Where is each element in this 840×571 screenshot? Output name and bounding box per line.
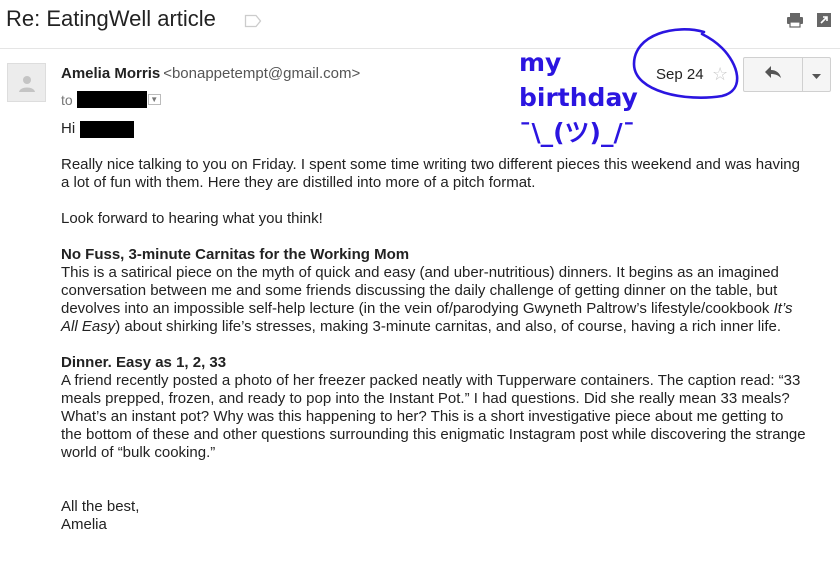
- greeting-line: Hi: [61, 120, 806, 138]
- annotation-line-2: birthday: [519, 83, 638, 112]
- pitch-1-body: This is a satirical piece on the myth of…: [61, 264, 806, 336]
- annotation-line-1: my: [519, 48, 562, 77]
- email-body: Hi Really nice talking to you on Friday.…: [61, 120, 806, 534]
- star-icon[interactable]: ☆: [712, 64, 728, 85]
- pitch-2-title: Dinner. Easy as 1, 2, 33: [61, 354, 227, 371]
- reply-button[interactable]: [743, 57, 803, 92]
- sender-line: Amelia Morris <bonappetempt@gmail.com>: [61, 65, 360, 82]
- sender-email: <bonappetempt@gmail.com>: [163, 65, 361, 82]
- to-label: to: [61, 91, 73, 108]
- paragraph-1: Really nice talking to you on Friday. I …: [61, 156, 800, 191]
- redacted-recipient: [76, 91, 147, 108]
- greeting: Hi: [61, 120, 76, 137]
- label-tag-icon[interactable]: [244, 14, 262, 33]
- new-window-icon[interactable]: [816, 12, 832, 33]
- pitch-1-body-part-b: ) about shirking life’s stresses, making…: [115, 318, 782, 335]
- recipient-line: to ▼: [61, 91, 161, 108]
- more-actions-button[interactable]: [802, 57, 831, 92]
- dropdown-arrow-icon: [812, 66, 821, 84]
- pitch-1-title: No Fuss, 3-minute Carnitas for the Worki…: [61, 246, 410, 263]
- top-icons: [786, 12, 832, 33]
- print-icon[interactable]: [786, 12, 804, 33]
- paragraph-2: Look forward to hearing what you think!: [61, 210, 323, 227]
- recipient-details-dropdown[interactable]: ▼: [147, 94, 161, 105]
- redacted-name: [80, 120, 135, 138]
- pitch-1-body-part-a: This is a satirical piece on the myth of…: [61, 264, 779, 317]
- default-avatar-icon: [7, 63, 46, 102]
- signature: Amelia: [61, 516, 107, 533]
- email-date: Sep 24: [656, 66, 704, 83]
- sign-off: All the best,: [61, 498, 140, 515]
- reply-icon: [764, 65, 782, 84]
- pitch-2-body: A friend recently posted a photo of her …: [61, 372, 806, 461]
- sender-name[interactable]: Amelia Morris: [61, 65, 160, 82]
- email-subject: Re: EatingWell article: [6, 6, 216, 31]
